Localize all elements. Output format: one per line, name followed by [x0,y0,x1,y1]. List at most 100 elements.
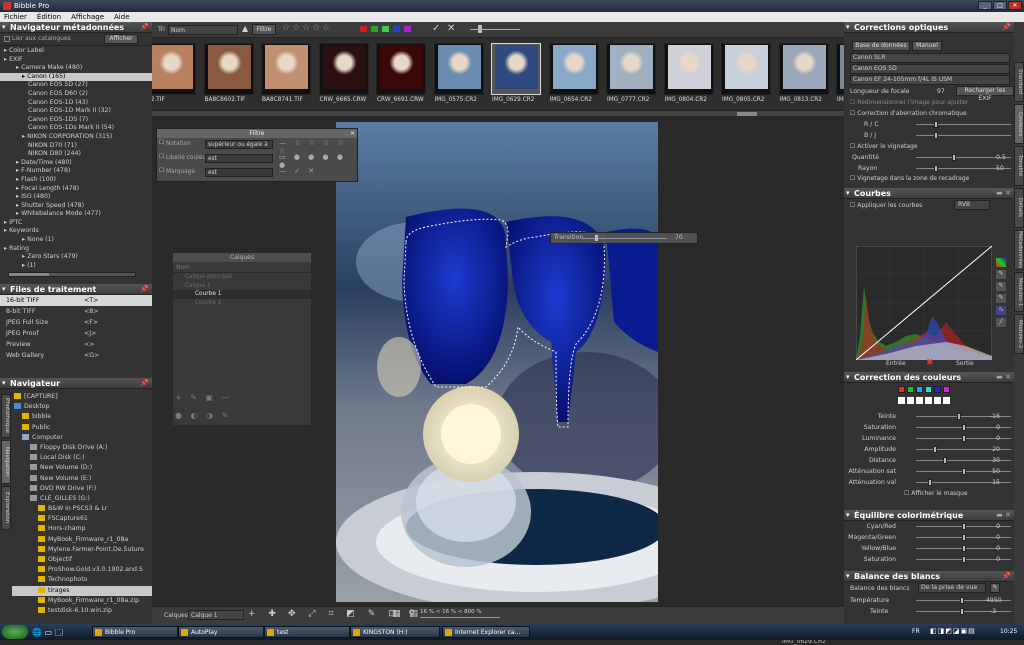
quantity-slider[interactable]: Quantité 0.5 [844,152,1014,163]
swatch-white[interactable] [898,397,905,404]
temperature-knob[interactable] [960,597,964,604]
tab-database[interactable]: Base de données [852,41,910,51]
show-mask-option[interactable]: ☐ Afficher le masque [844,488,1014,499]
tree-item[interactable]: Canon EOS-1D (43) [0,99,152,108]
folder-item[interactable]: Objectif [12,555,152,565]
taskbar-button[interactable]: Bibble Pro [92,626,178,638]
process-file-item[interactable]: 16-bit TIFF <T> [0,295,152,306]
label-purple-button[interactable] [404,26,411,32]
language-indicator[interactable]: FR [912,628,920,635]
thumbnail[interactable]: 22.TIF [152,43,196,103]
lens-select[interactable]: Canon EF 24-105mm f/4L IS USM [850,75,1010,85]
slider-knob[interactable] [961,545,966,552]
right-tab[interactable]: Détails [1014,188,1024,228]
filter-checkbox[interactable]: ☐ [159,154,164,160]
tree-item[interactable]: ▸ Date/Time (480) [0,159,152,168]
taskbar-button[interactable]: Internet Explorer ca... [442,626,530,638]
sort-asc-icon[interactable]: ▲ [242,24,248,33]
curve-linear-icon[interactable]: ╱ [996,318,1006,327]
swatch-white[interactable] [907,397,914,404]
tree-item[interactable]: ▸ Rating [0,245,152,254]
thumbnail[interactable]: IMG_0575.CR2 [433,43,484,103]
slider-knob[interactable] [961,424,966,431]
layer-item[interactable]: Courbe 1 [173,290,311,299]
label-green-button[interactable] [371,26,378,32]
color-balance-slider[interactable]: Saturation 0 [844,554,1014,565]
process-file-item[interactable]: JPEG Full Size <F> [0,317,152,328]
pin-icon[interactable]: ▬ ✕ [996,188,1011,199]
layer-tools[interactable]: + ✎ ▣ — [175,393,233,402]
menu-item[interactable]: Affichage [71,13,104,21]
reload-exif-button[interactable]: Recharger les EXIF [956,86,1014,102]
color-correction-slider[interactable]: Atténuation val 15 [844,477,1014,488]
eyedropper-black-icon[interactable]: ✎ [996,270,1006,279]
thumbnail[interactable]: IMG_0629.CR2 [491,43,541,103]
start-button[interactable] [2,625,28,639]
color-correction-slider[interactable]: Atténuation sat 50 [844,466,1014,477]
folder-item[interactable]: Mylene.Farmer-Point.De.Suture [12,545,152,555]
folder-item[interactable]: Public [12,423,152,433]
layer-action-icons[interactable]: + ✚ [248,609,281,619]
tree-item[interactable]: ▸ Shutter Speed (478) [0,202,152,211]
slider-knob[interactable] [942,457,947,464]
swatch-white[interactable] [934,397,941,404]
pin-icon[interactable]: ▬ ✕ [996,372,1011,383]
color-correction-slider[interactable]: Teinte -16 [844,411,1014,422]
folder-item[interactable]: tirages [12,585,152,596]
color-balance-slider[interactable]: Magenta/Green 0 [844,532,1014,543]
tree-item[interactable]: NIKON D80 (244) [0,150,152,159]
tree-item[interactable]: ▸ Color Label [0,47,152,56]
color-balance-slider[interactable]: Yellow/Blue 0 [844,543,1014,554]
tree-item[interactable]: ▸ EXIF [0,56,152,65]
apply-curves-option[interactable]: ☐ Appliquer les courbes [850,202,922,209]
swatch-white[interactable] [916,397,923,404]
eyedropper-white-icon[interactable]: ✎ [996,294,1006,303]
rc-slider[interactable]: R / C [844,119,1014,130]
folder-item[interactable]: testdisk-6.10.win.zip [12,606,152,616]
color-balance-slider[interactable]: Cyan/Red 0 [844,521,1014,532]
label-red-button[interactable] [360,26,367,32]
layer-select[interactable]: Calque 1 [188,610,244,620]
process-file-item[interactable]: JPEG Proof <J> [0,328,152,339]
color-swatch[interactable] [916,386,923,393]
right-tab[interactable]: Métadonnées [1014,230,1024,270]
white-balance-header[interactable]: Balance des blancs 📌 [844,571,1014,582]
thumbnail[interactable]: IMG_0 [836,43,844,103]
radius-slider[interactable]: Rayon 50 [844,163,1014,174]
transition-track[interactable] [581,238,667,239]
lens-select[interactable]: Canon SLR [850,53,1010,63]
filter-checkbox[interactable]: ☐ [159,168,164,174]
right-tab[interactable]: Tonalité [1014,146,1024,186]
thumbnail[interactable]: IMG_0813.CR2 [778,43,829,103]
label-green2-button[interactable] [382,26,389,32]
color-correction-header[interactable]: Correction des couleurs ▬ ✕ [844,372,1014,383]
process-file-item[interactable]: 8-bit TIFF <8> [0,306,152,317]
pin-icon[interactable]: 📌 [140,378,149,389]
filter-operator-select[interactable]: supérieur ou égale à [205,140,273,149]
metadata-navigator-header[interactable]: Navigateur métadonnées 📌 [0,22,152,33]
menu-item[interactable]: Édition [37,13,61,21]
taskbar-button[interactable]: AutoPlay [178,626,264,638]
optical-header[interactable]: Corrections optiques 📌 [844,22,1014,33]
taskbar-button[interactable]: KINGSTON (H:) [350,626,440,638]
menu-item[interactable]: Fichier [4,13,27,21]
eyedropper-gray-icon[interactable]: ✎ [996,282,1006,291]
slider-knob[interactable] [961,468,966,475]
thumbnail[interactable]: BA8C8741.TIF [261,43,311,103]
right-tab[interactable]: Standard [1014,62,1024,102]
filter-button[interactable]: Filtre [252,24,276,35]
process-file-item[interactable]: Preview <> [0,339,152,350]
folder-item[interactable]: Technophoto [12,575,152,585]
tab-exploration[interactable]: Exploration [1,486,11,530]
menu-item[interactable]: Aide [114,13,129,21]
tree-item[interactable]: ▸ Focal Length (478) [0,185,152,194]
ca-option[interactable]: ☐ Correction d'aberration chromatique [844,108,1014,119]
curves-header[interactable]: Courbes ▬ ✕ [844,188,1014,199]
tree-item[interactable]: ▸ IPTC [0,219,152,228]
view-icons[interactable]: ▦ ▤ [392,609,421,619]
transition-slider[interactable]: Transition 70 [550,232,698,244]
slider-knob[interactable] [961,534,966,541]
thumbnail[interactable]: BA8C8602.TIF [203,43,254,103]
folder-item[interactable]: CLÉ_GILLES (G:) [12,494,152,504]
folder-item[interactable]: FSCapture61 [12,514,152,524]
